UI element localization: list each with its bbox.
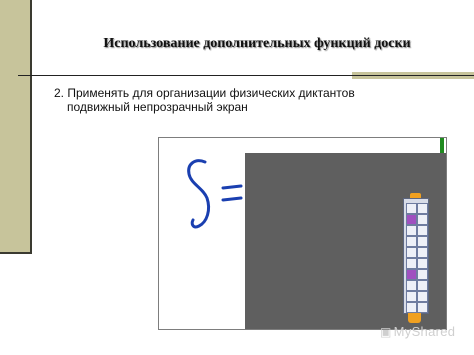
toolbar-body bbox=[403, 198, 429, 314]
marker-icon[interactable] bbox=[406, 214, 417, 225]
pen-icon[interactable] bbox=[417, 203, 428, 214]
side-band-divider bbox=[30, 0, 32, 253]
curtain-icon[interactable] bbox=[406, 247, 417, 258]
toolbar-bottom-handle[interactable] bbox=[408, 313, 421, 323]
zoom-icon[interactable] bbox=[406, 302, 417, 313]
board-tool-palette bbox=[403, 193, 429, 325]
highlighter-icon[interactable] bbox=[417, 214, 428, 225]
watermark-text: MyShared bbox=[393, 324, 456, 339]
board-top-strip bbox=[245, 138, 442, 153]
redo-icon[interactable] bbox=[406, 269, 417, 280]
side-band-bottom-line bbox=[0, 252, 32, 254]
line-icon[interactable] bbox=[406, 225, 417, 236]
capture-icon[interactable] bbox=[406, 258, 417, 269]
slide-title: Использование дополнительных функций дос… bbox=[103, 36, 411, 51]
decorative-side-band bbox=[0, 0, 30, 253]
shape-icon[interactable] bbox=[417, 225, 428, 236]
page-icon[interactable] bbox=[406, 291, 417, 302]
menu-icon[interactable] bbox=[417, 280, 428, 291]
color-icon[interactable] bbox=[417, 291, 428, 302]
body-line-1: 2. Применять для организации физических … bbox=[54, 86, 355, 100]
undo-icon[interactable] bbox=[417, 258, 428, 269]
title-rule bbox=[18, 75, 474, 76]
watermark: ▣ MyShared bbox=[380, 324, 455, 339]
slide-body-text: 2. Применять для организации физических … bbox=[54, 86, 454, 114]
pointer-icon[interactable] bbox=[406, 203, 417, 214]
presentation-icon: ▣ bbox=[380, 325, 392, 339]
hide-icon[interactable] bbox=[417, 302, 428, 313]
board-scroll-indicator bbox=[440, 138, 444, 154]
handwritten-s-equals bbox=[187, 159, 243, 229]
delete-icon[interactable] bbox=[417, 269, 428, 280]
spotlight-icon[interactable] bbox=[417, 247, 428, 258]
body-line-2: подвижный непрозрачный экран bbox=[67, 100, 248, 114]
text-icon[interactable] bbox=[417, 236, 428, 247]
eraser-icon[interactable] bbox=[406, 236, 417, 247]
keyboard-icon[interactable] bbox=[406, 280, 417, 291]
